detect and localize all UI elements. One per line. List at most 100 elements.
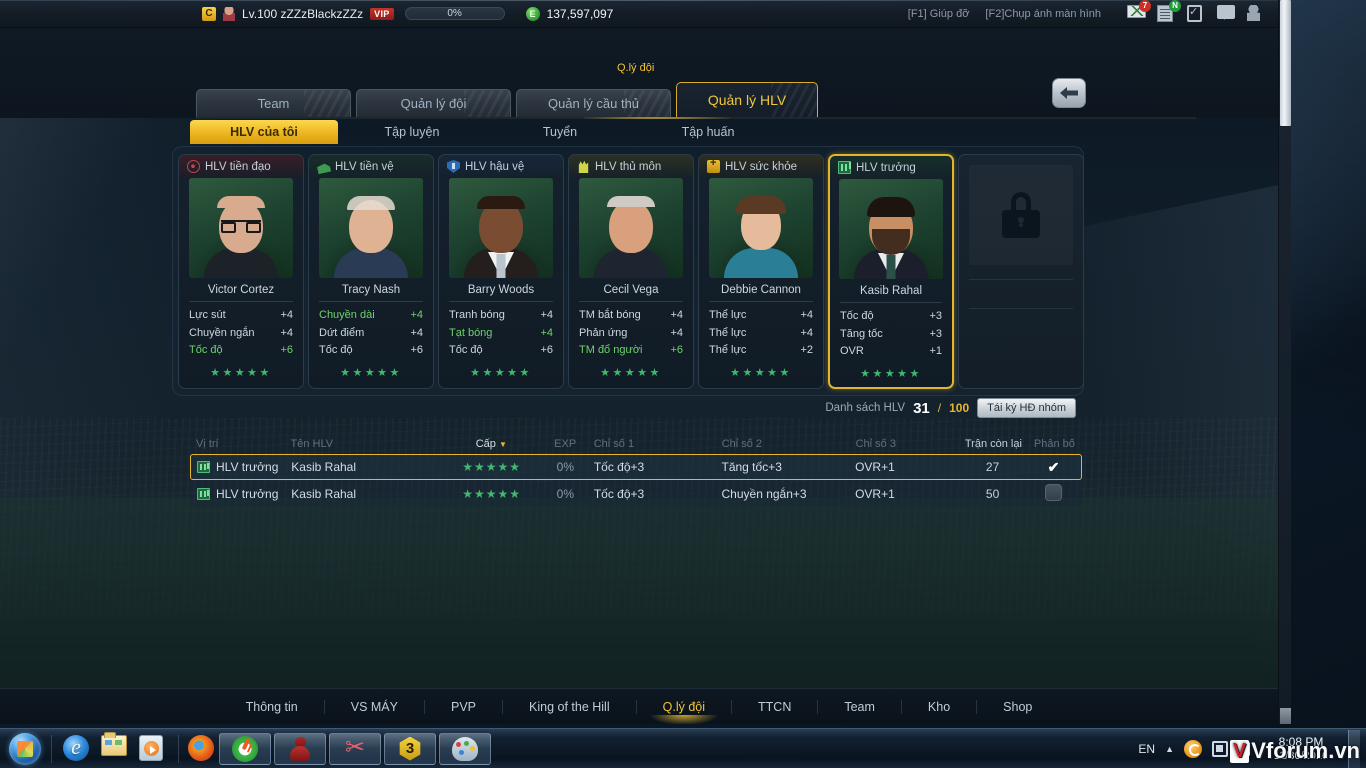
vip-badge: VIP: [370, 7, 394, 20]
file-explorer-icon[interactable]: [101, 731, 129, 763]
stat-value: +2: [800, 344, 813, 356]
subtab-hlv-cua-toi-label: HLV của tôi: [230, 125, 298, 139]
screenshot-hotkey-label[interactable]: [F2]Chụp ánh màn hình: [985, 8, 1101, 20]
column-header-stat1[interactable]: Chỉ số 1: [594, 438, 722, 450]
internet-explorer-icon[interactable]: [63, 734, 91, 763]
chat-icon[interactable]: [1217, 5, 1236, 22]
help-hotkey-label[interactable]: [F1] Giúp đỡ: [908, 8, 970, 20]
bottomnav-king-of-the-hill[interactable]: King of the Hill: [503, 699, 637, 714]
stat-value: +4: [410, 309, 423, 321]
subtab-tap-huan-label: Tập huấn: [681, 125, 735, 139]
coach-card-midfielder[interactable]: HLV tiền vệ Tracy Nash Chuyền dài +4 Dứt …: [308, 154, 434, 389]
red-hood-icon: [288, 736, 312, 762]
roster-current: 31: [913, 399, 930, 417]
player-level-name: Lv.100 zZZzBlackzZZz: [242, 6, 364, 21]
media-player-icon[interactable]: [139, 734, 167, 763]
coach-card-fitness[interactable]: HLV sức khỏe Debbie Cannon Thể lực +4 Thể…: [698, 154, 824, 389]
coach-name: Tracy Nash: [341, 284, 401, 296]
column-header-level[interactable]: Cấp ▼: [446, 438, 537, 450]
sub-tab-bar: HLV của tôi Tập luyện Tuyển Tập huấn: [190, 120, 782, 144]
column-header-exp[interactable]: EXP: [537, 438, 594, 450]
back-button[interactable]: [1052, 78, 1086, 108]
bottomnav-pvp[interactable]: PVP: [425, 699, 504, 714]
network-tray-icon[interactable]: [1212, 740, 1228, 757]
coach-star-rating: ★★★★★: [340, 366, 402, 379]
firefox-icon[interactable]: [188, 734, 216, 763]
coach-stats: Chuyền dài +4 Dứt điểm +4 Tốc độ +6: [309, 302, 433, 362]
show-hidden-icons-chevron-icon[interactable]: ▲: [1165, 744, 1174, 754]
tab-quan-ly-hlv[interactable]: Quản lý HLV: [676, 82, 818, 117]
coach-card-goalkeeper[interactable]: HLV thủ môn Cecil Vega TM bắt bóng +4 Phả…: [568, 154, 694, 389]
column-header-position[interactable]: Vị trí: [190, 438, 291, 450]
coach-stats: Tranh bóng +4 Tạt bóng +4 Tốc độ +6: [439, 302, 563, 362]
table-row[interactable]: HLV trưởng Kasib Rahal ★★★★★ 0% Tốc độ+3…: [190, 481, 1082, 507]
scrollbar-bottom-button[interactable]: [1280, 708, 1291, 724]
scrollbar-thumb[interactable]: [1280, 0, 1291, 126]
row-matches-left: 50: [985, 487, 1000, 501]
bottomnav-qly-doi[interactable]: Q.lý đội: [637, 699, 733, 724]
taskbar-button-paint[interactable]: [439, 732, 491, 765]
coach-card-head-coach[interactable]: HLV trưởng Kasib Rahal Tốc độ +3 Tăng tố…: [828, 154, 954, 389]
updater-tray-icon[interactable]: [1184, 739, 1202, 758]
mini-avatar-icon: [223, 6, 235, 21]
stat-label: Chuyền ngắn: [189, 326, 255, 339]
bottomnav-vs-may[interactable]: VS MÁY: [325, 699, 425, 714]
row-assign-checkbox[interactable]: [1044, 484, 1062, 501]
stat-label: Tốc độ: [449, 344, 483, 356]
coach-card-striker[interactable]: HLV tiền đạo Victor Cortez Lực sút +4 Chu…: [178, 154, 304, 389]
column-header-stat3[interactable]: Chỉ số 3: [856, 438, 960, 450]
taskbar-button-fifa[interactable]: 3: [384, 732, 436, 765]
stat-label: OVR: [840, 345, 864, 357]
taskbar-button-garena[interactable]: [219, 732, 271, 765]
coach-card-defender[interactable]: HLV hậu vệ Barry Woods Tranh bóng+4 Tạt: [438, 154, 564, 389]
subtab-tuyen[interactable]: Tuyển: [486, 120, 634, 144]
bottomnav-shop[interactable]: Shop: [977, 700, 1058, 714]
mail-icon[interactable]: 7: [1127, 0, 1151, 22]
tab-quan-ly-cau-thu[interactable]: Quản lý cầu thủ: [516, 89, 671, 117]
column-header-name[interactable]: Tên HLV: [291, 438, 447, 450]
coach-card-strip: HLV tiền đạo Victor Cortez Lực sút +4 Chu…: [172, 146, 1084, 418]
start-button[interactable]: [2, 731, 48, 767]
bottomnav-thong-tin[interactable]: Thông tin: [220, 699, 325, 714]
stat-label: Chuyền dài: [319, 309, 375, 321]
tab-team[interactable]: Team: [196, 89, 351, 117]
game-scrollbar[interactable]: [1278, 0, 1291, 724]
checklist-icon[interactable]: [1187, 5, 1206, 22]
row-position: HLV trưởng: [216, 487, 279, 501]
profile-icon[interactable]: [1247, 5, 1266, 22]
tab-quan-ly-doi-label: Quản lý đội: [400, 96, 467, 111]
row-exp: 0%: [556, 487, 574, 501]
coach-portrait: [189, 178, 293, 278]
subtab-tap-luyen[interactable]: Tập luyện: [338, 120, 486, 144]
taskbar-button-app3[interactable]: ✂: [329, 732, 381, 765]
tab-quan-ly-doi[interactable]: Quản lý đội: [356, 89, 511, 117]
subtab-tap-huan[interactable]: Tập huấn: [634, 120, 782, 144]
xp-progress-bar: 0%: [404, 7, 505, 20]
language-indicator[interactable]: EN: [1138, 742, 1155, 756]
column-header-matches[interactable]: Trận còn lại: [960, 438, 1027, 450]
bottomnav-ttcn[interactable]: TTCN: [732, 699, 819, 714]
stat-value: +4: [280, 309, 293, 321]
coach-portrait: [709, 178, 813, 278]
coach-star-rating: ★★★★★: [470, 366, 532, 379]
news-icon[interactable]: N: [1157, 0, 1181, 22]
roster-separator: /: [937, 401, 942, 415]
stat-label: Dứt điểm: [319, 326, 365, 339]
taskbar-button-app2[interactable]: [274, 732, 326, 765]
renew-group-contract-button[interactable]: Tái ký HĐ nhóm: [977, 398, 1076, 418]
bottomnav-team[interactable]: Team: [818, 699, 902, 714]
column-header-assign[interactable]: Phân bố: [1027, 438, 1082, 450]
coach-star-rating: ★★★★★: [860, 367, 922, 380]
bottomnav-kho[interactable]: Kho: [902, 699, 978, 714]
stat-label: Thể lực: [709, 309, 747, 321]
currency-amount: 137,597,097: [546, 6, 614, 21]
stat-value: +3: [929, 310, 942, 322]
subtab-tap-luyen-label: Tập luyện: [384, 125, 440, 139]
table-row[interactable]: HLV trưởng Kasib Rahal ★★★★★ 0% Tốc độ+3…: [190, 454, 1082, 480]
stat-value: +6: [280, 344, 293, 356]
subtab-hlv-cua-toi[interactable]: HLV của tôi: [190, 120, 338, 144]
stat-value: +4: [800, 326, 813, 339]
quick-launch-bar: [55, 731, 175, 763]
column-header-stat2[interactable]: Chỉ số 2: [722, 438, 856, 450]
coach-card-locked[interactable]: [958, 154, 1084, 389]
